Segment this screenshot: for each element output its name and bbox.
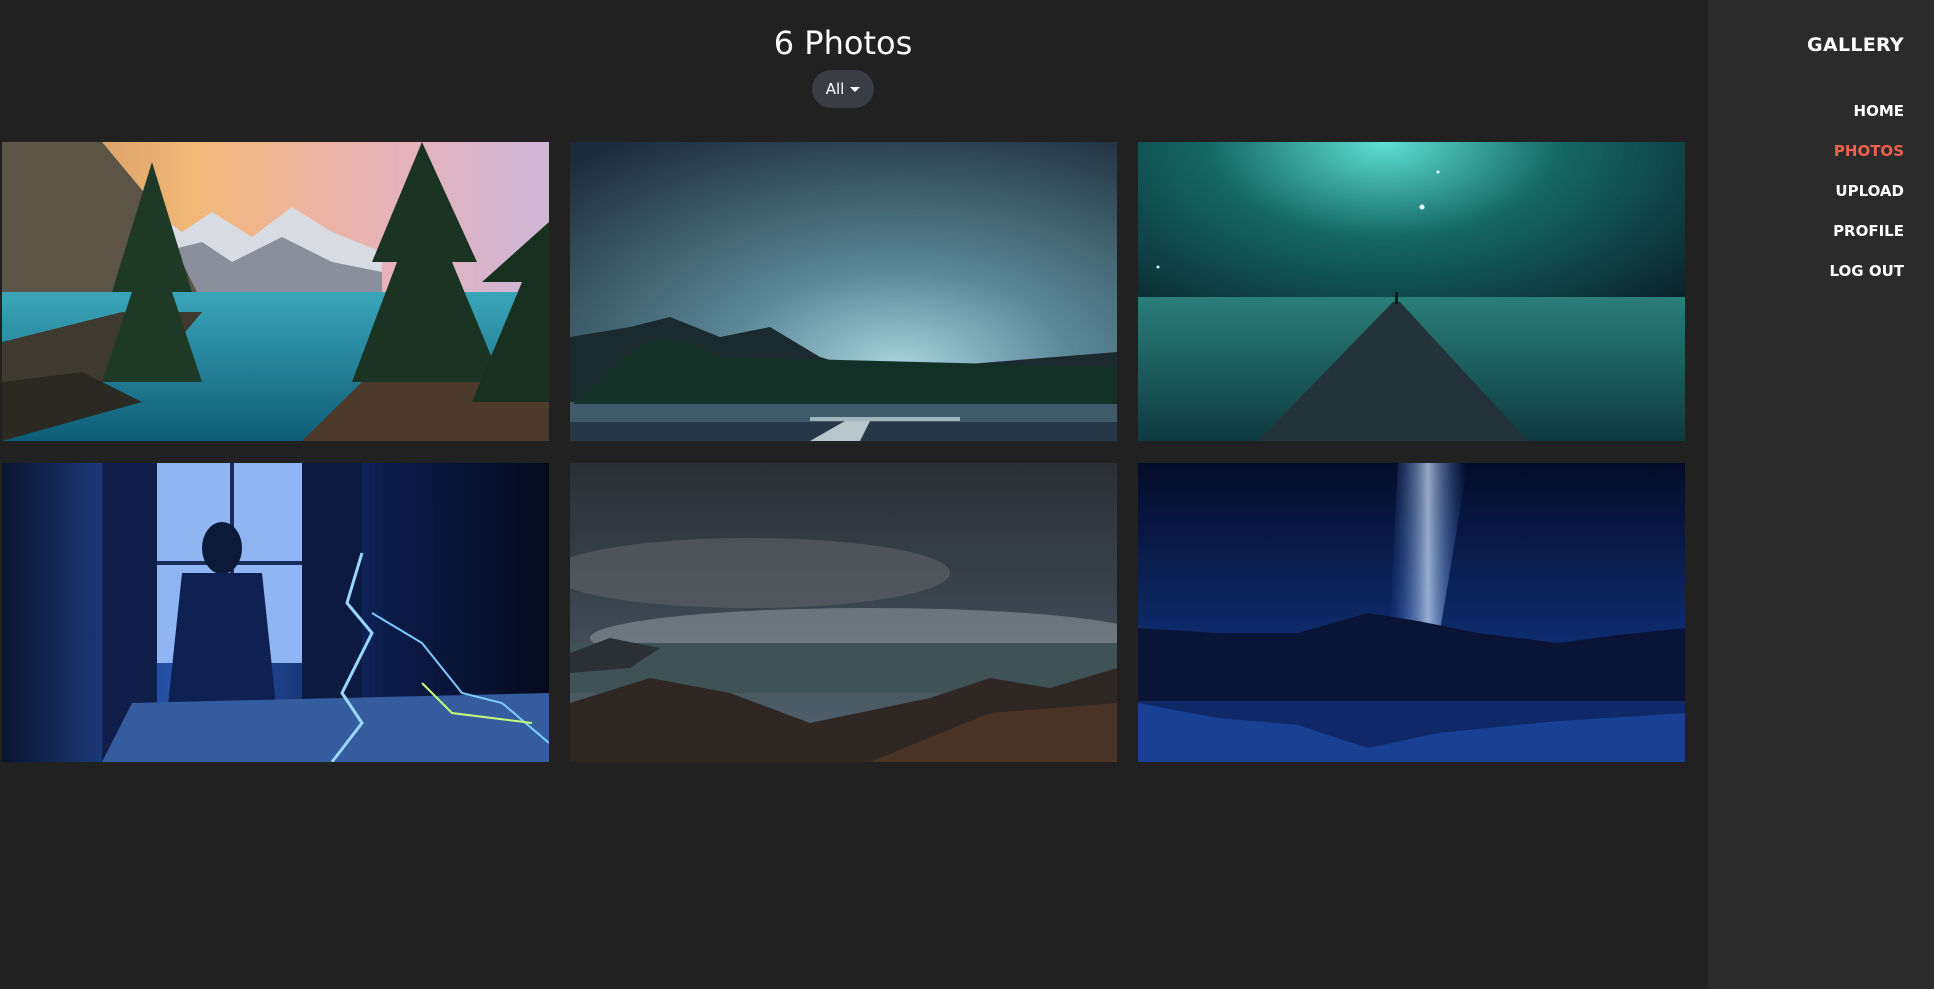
nav-item-home[interactable]: HOME: [1830, 100, 1904, 140]
photo-cloud-mountains: [570, 463, 1117, 762]
photo-night-lake-pier: [570, 142, 1117, 441]
photo-card[interactable]: [1138, 463, 1685, 762]
page-title: 6 Photos: [773, 24, 913, 62]
filter-dropdown[interactable]: All: [812, 70, 874, 108]
photo-grid: [2, 142, 1685, 762]
brand-title[interactable]: GALLERY: [1807, 34, 1904, 56]
photo-mountain-lake: [2, 142, 549, 441]
caret-down-icon: [850, 87, 861, 92]
photo-card[interactable]: [570, 463, 1117, 762]
nav-menu: HOME PHOTOS UPLOAD PROFILE LOG OUT: [1830, 100, 1904, 300]
app: 6 Photos All GALLERY HOME PHOTOS UPLOAD …: [0, 0, 1934, 989]
filter-label: All: [825, 80, 845, 98]
main-content: 6 Photos All: [0, 0, 1708, 989]
photo-milky-way: [1138, 463, 1685, 762]
nav-item-profile[interactable]: PROFILE: [1830, 220, 1904, 260]
photo-teal-pier: [1138, 142, 1685, 441]
nav-item-logout[interactable]: LOG OUT: [1830, 260, 1904, 300]
nav-item-photos[interactable]: PHOTOS: [1830, 140, 1904, 180]
photo-card[interactable]: [570, 142, 1117, 441]
photo-card[interactable]: [2, 463, 549, 762]
photo-card[interactable]: [2, 142, 549, 441]
photo-card[interactable]: [1138, 142, 1685, 441]
sidebar: GALLERY HOME PHOTOS UPLOAD PROFILE LOG O…: [1708, 0, 1934, 989]
nav-item-upload[interactable]: UPLOAD: [1830, 180, 1904, 220]
photo-window-lightning: [2, 463, 549, 762]
